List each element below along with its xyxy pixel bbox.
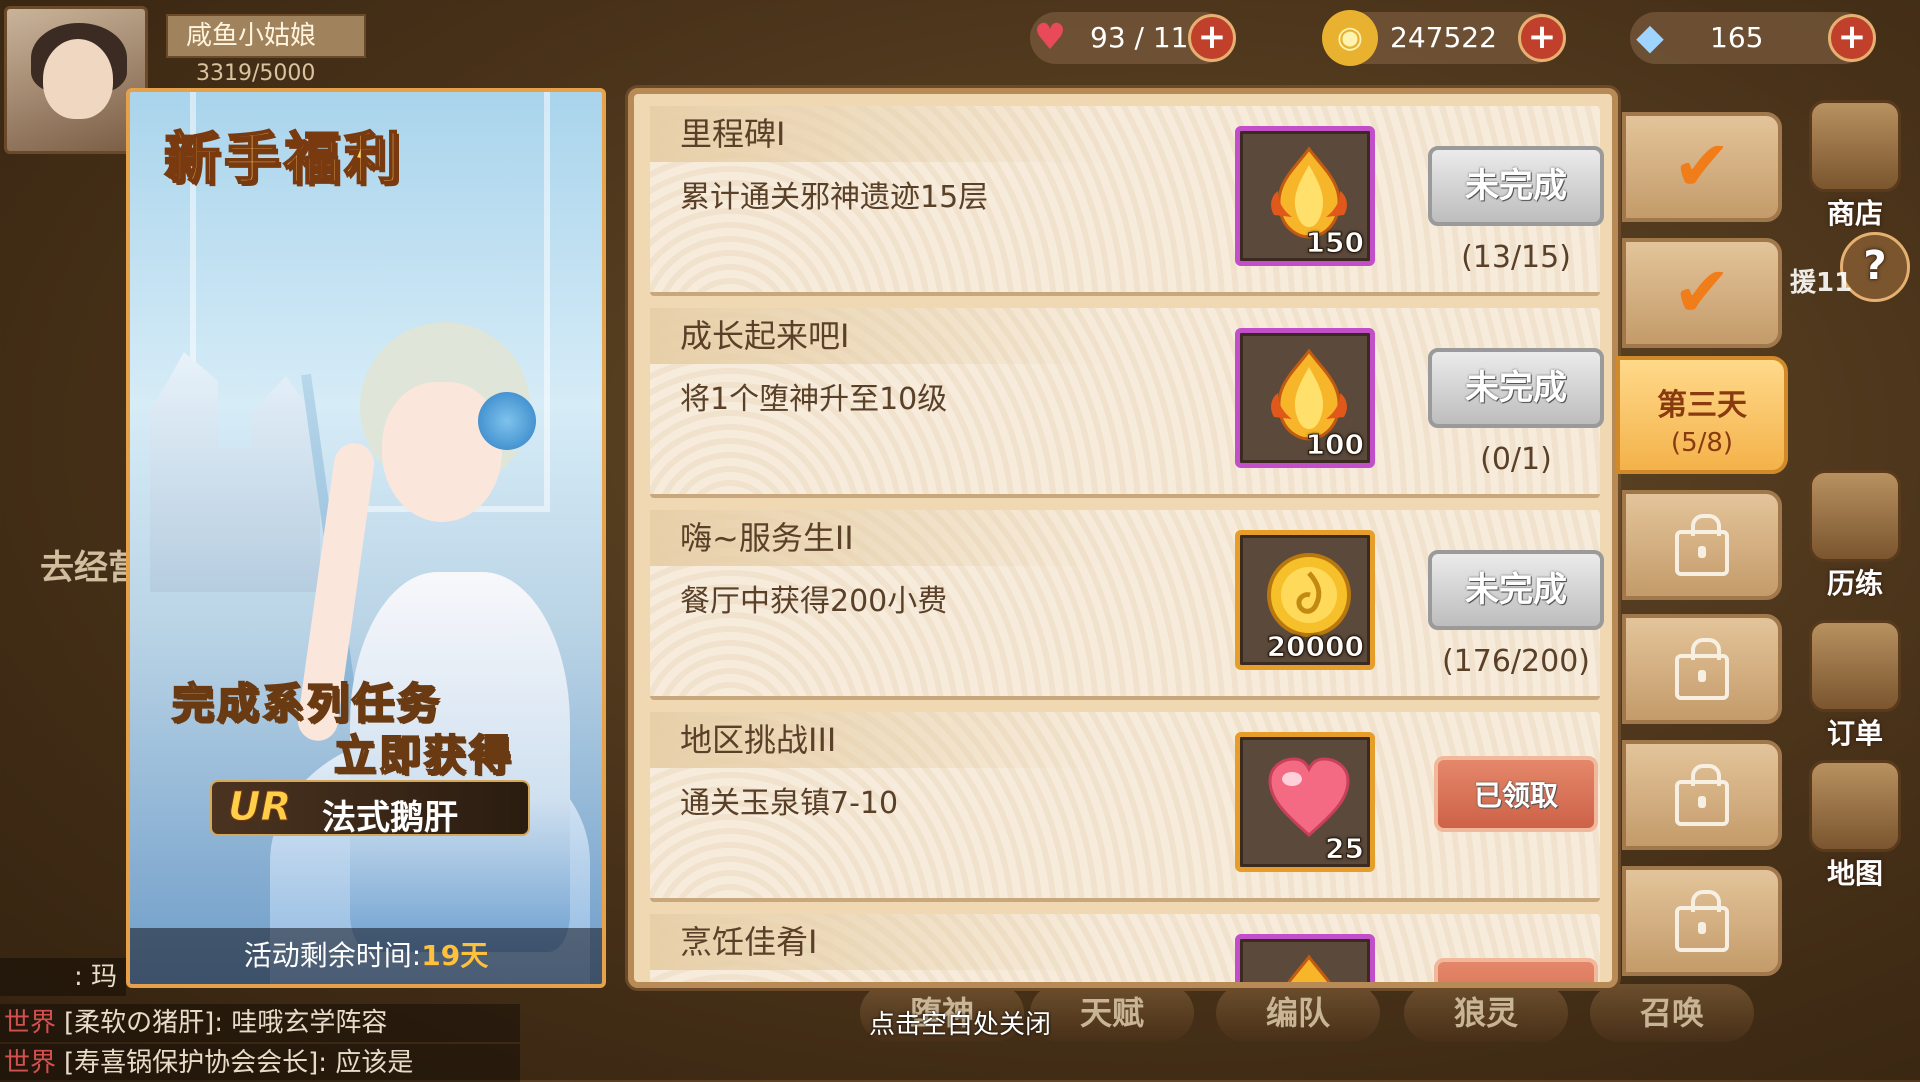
day-tab-locked[interactable] xyxy=(1622,614,1782,724)
add-stamina-button[interactable]: + xyxy=(1188,14,1236,62)
chat-channel: 世界 xyxy=(4,1048,57,1078)
task-incomplete-button[interactable]: 未完成 xyxy=(1428,550,1604,630)
task-incomplete-button[interactable]: 未完成 xyxy=(1428,348,1604,428)
gold-coin-icon: ◉ xyxy=(1322,10,1378,66)
chat-line[interactable]: 世界 [寿喜锅保护协会会长]: 应该是 xyxy=(0,1044,520,1082)
chat-text: [寿喜锅保护协会会长]: 应该是 xyxy=(64,1048,414,1078)
reward-slot[interactable]: 150 xyxy=(1235,126,1375,266)
timer-days: 19天 xyxy=(421,939,489,972)
banner-slogan-line2: 立即获得 xyxy=(333,730,515,781)
map-menu[interactable]: 地图 xyxy=(1800,760,1910,892)
gem-counter: ◆ 165 + xyxy=(1630,12,1876,64)
day-tab-locked[interactable] xyxy=(1622,490,1782,600)
shop-label: 商店 xyxy=(1826,197,1883,230)
day-tab-locked[interactable] xyxy=(1622,866,1782,976)
fire-crystal-icon xyxy=(1287,954,1331,982)
reward-quantity: 150 xyxy=(1305,226,1364,260)
task-description: 累计通关邪神遗迹15层 xyxy=(680,180,989,215)
shop-icon xyxy=(1809,100,1901,192)
player-exp: 3319/5000 xyxy=(196,61,316,86)
lock-icon xyxy=(1675,514,1729,576)
day-tab-completed[interactable]: ✔ xyxy=(1622,112,1782,222)
blue-rose-icon xyxy=(478,392,536,450)
lock-icon xyxy=(1675,764,1729,826)
lock-icon xyxy=(1675,890,1729,952)
training-label: 历练 xyxy=(1826,567,1883,600)
reward-slot[interactable]: 20000 xyxy=(1235,530,1375,670)
day-tab-active[interactable]: 第三天 (5/8) xyxy=(1616,356,1788,474)
lock-icon xyxy=(1675,638,1729,700)
shop-menu[interactable]: 商店 xyxy=(1800,100,1910,232)
reward-slot[interactable] xyxy=(1235,934,1375,982)
training-icon xyxy=(1809,470,1901,562)
map-label: 地图 xyxy=(1826,857,1883,890)
stamina-counter: ♥ 93 / 111 + xyxy=(1030,12,1236,64)
day-tab-completed[interactable]: ✔ xyxy=(1622,238,1782,348)
task-row: 烹饪佳肴I xyxy=(650,914,1600,982)
chat-line-partial: : 玛 xyxy=(0,958,126,996)
checkmark-icon: ✔ xyxy=(1672,125,1732,207)
day-tab-progress: (5/8) xyxy=(1670,428,1734,458)
task-claimed-button[interactable]: 已领取 xyxy=(1434,756,1598,832)
task-description: 将1个堕神升至10级 xyxy=(680,382,948,417)
task-title: 成长起来吧I xyxy=(650,308,1110,364)
heart-icon: ♥ xyxy=(1033,17,1067,58)
orders-icon xyxy=(1809,620,1901,712)
reward-quantity: 20000 xyxy=(1266,630,1364,664)
character-name: 法式鹅肝 xyxy=(322,798,458,838)
player-name: 咸鱼小姑娘 xyxy=(166,14,366,58)
day-tab-locked[interactable] xyxy=(1622,740,1782,850)
task-row: 嗨~服务生II 餐厅中获得200小费 20000 未完成 (176/200) xyxy=(650,510,1604,700)
reward-slot[interactable]: 25 xyxy=(1235,732,1375,872)
reward-quantity: 25 xyxy=(1325,832,1365,866)
task-row: 地区挑战III 通关玉泉镇7-10 25 已领取 xyxy=(650,712,1600,902)
activity-timer: 活动剩余时间:19天 xyxy=(130,928,602,984)
reward-slot[interactable]: 100 xyxy=(1235,328,1375,468)
add-gem-button[interactable]: + xyxy=(1828,14,1876,62)
task-title: 嗨~服务生II xyxy=(650,510,1110,566)
banner-title: 新手福利 xyxy=(163,125,404,193)
map-icon xyxy=(1809,760,1901,852)
task-description: 通关玉泉镇7-10 xyxy=(680,786,899,821)
gold-value: 247522 xyxy=(1390,21,1497,54)
task-title: 烹饪佳肴I xyxy=(650,914,1110,970)
rank-badge: UR xyxy=(227,784,292,831)
gem-value: 165 xyxy=(1710,21,1764,54)
task-progress: (176/200) xyxy=(1441,644,1591,679)
chat-partial-text: : 玛 xyxy=(74,962,118,992)
task-row: 成长起来吧I 将1个堕神升至10级 100 未完成 (0/1) xyxy=(650,308,1604,498)
avatar-face xyxy=(43,39,113,119)
task-description: 餐厅中获得200小费 xyxy=(680,584,948,619)
orders-label: 订单 xyxy=(1826,717,1883,750)
reward-quantity: 100 xyxy=(1305,428,1364,462)
newbie-welfare-banner: 新手福利 完成系列任务 立即获得 UR 法式鹅肝 活动剩余时间:19天 xyxy=(126,88,606,988)
task-title: 里程碑I xyxy=(650,106,1110,162)
task-panel: 里程碑I 累计通关邪神遗迹15层 150 未完成 (13/15) 成长起来吧I … xyxy=(628,88,1618,988)
checkmark-icon: ✔ xyxy=(1672,251,1732,333)
task-title: 地区挑战III xyxy=(650,712,1110,768)
task-progress: (13/15) xyxy=(1461,240,1571,275)
task-incomplete-button[interactable]: 未完成 xyxy=(1428,146,1604,226)
timer-label: 活动剩余时间: xyxy=(243,939,422,972)
day-tab-label: 第三天 xyxy=(1657,388,1747,423)
task-action-button[interactable] xyxy=(1434,958,1598,982)
help-count-label: 援11 xyxy=(1790,268,1853,298)
close-hint[interactable]: 点击空白处关闭 xyxy=(0,1004,1920,1041)
orders-menu[interactable]: 订单 xyxy=(1800,620,1910,752)
task-row: 里程碑I 累计通关邪神遗迹15层 150 未完成 (13/15) xyxy=(650,106,1604,296)
crystal-icon: ◆ xyxy=(1636,17,1664,58)
character-plate: UR 法式鹅肝 xyxy=(210,780,530,838)
add-gold-button[interactable]: + xyxy=(1518,14,1566,62)
gold-counter: ◉ 247522 + xyxy=(1322,10,1566,66)
training-menu[interactable]: 历练 xyxy=(1800,470,1910,602)
task-progress: (0/1) xyxy=(1480,442,1552,477)
